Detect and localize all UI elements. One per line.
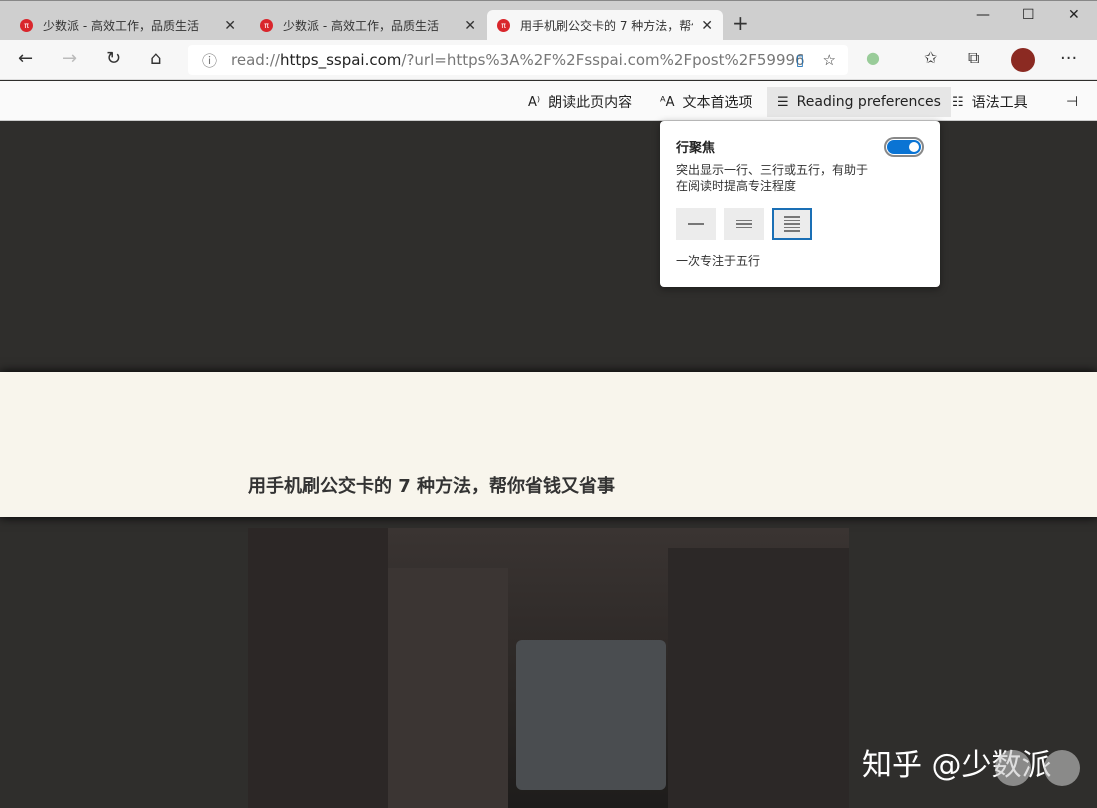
tab-3-active[interactable]: π 用手机刷公交卡的 7 种方法，帮你省钱又省事 ✕ [487, 10, 723, 41]
more-icon[interactable]: ··· [1060, 48, 1077, 69]
close-tab-icon[interactable]: ✕ [464, 18, 476, 34]
url-path: /?url=https%3A%2F%2Fsspai.com%2Fpost%2F5… [401, 51, 805, 69]
close-button[interactable] [1044, 750, 1080, 786]
sspai-favicon-icon: π [20, 19, 33, 32]
selected-option-label: 一次专注于五行 [676, 254, 761, 268]
favorites-icon[interactable]: ✩ [924, 48, 937, 67]
reading-preferences-button[interactable]: ☰ Reading preferences [767, 87, 951, 117]
collections-icon[interactable]: ⧉ [968, 48, 979, 68]
info-icon[interactable]: ⓘ [202, 50, 217, 71]
lines-icon: ☰ [777, 94, 789, 110]
url-scheme: read:// [231, 51, 280, 69]
popup-description: 突出显示一行、三行或五行，有助于在阅读时提高专注程度 [676, 163, 869, 193]
close-window-icon[interactable]: ✕ [1068, 7, 1080, 23]
refresh-icon[interactable]: ↻ [106, 48, 121, 69]
label: 朗读此页内容 [548, 95, 633, 111]
label: Reading preferences [796, 94, 941, 110]
reader-toolbar: A⁾ 朗读此页内容 ᴬA 文本首选项 ☰ Reading preferences ☷ 语… [0, 81, 1097, 121]
read-aloud-icon: A⁾ [528, 94, 541, 110]
tab-1[interactable]: π 少数派 - 高效工作，品质生活 ✕ [10, 10, 246, 41]
tab-title: 少数派 - 高效工作，品质生活 [283, 19, 439, 33]
tab-title: 少数派 - 高效工作，品质生活 [43, 19, 199, 33]
back-icon[interactable]: ← [18, 48, 33, 69]
close-tab-icon[interactable]: ✕ [224, 18, 236, 34]
forward-icon[interactable]: → [62, 48, 77, 69]
tab-title: 用手机刷公交卡的 7 种方法，帮你省钱又省事 [520, 19, 693, 33]
extension-icon[interactable]: ● [866, 48, 880, 67]
read-aloud-button[interactable]: A⁾ 朗读此页内容 [518, 87, 642, 117]
tab-bar: π 少数派 - 高效工作，品质生活 ✕ π 少数派 - 高效工作，品质生活 ✕ π 用手机… [0, 0, 1097, 41]
grammar-icon: ☷ [952, 94, 964, 110]
text-size-icon: ᴬA [660, 94, 675, 110]
tab-2[interactable]: π 少数派 - 高效工作，品质生活 ✕ [250, 10, 486, 41]
home-icon[interactable]: ⌂ [150, 48, 161, 69]
line-focus-band: 用手机刷公交卡的 7 种方法，帮你省钱又省事 [0, 372, 1097, 517]
sspai-favicon-icon: π [497, 19, 510, 32]
maximize-icon[interactable]: ☐ [1022, 7, 1035, 23]
one-line-option[interactable] [676, 208, 716, 240]
sspai-favicon-icon: π [260, 19, 273, 32]
pin-icon[interactable]: ⊣ [1056, 87, 1088, 117]
url-host: https_sspai.com [279, 51, 402, 69]
label: 语法工具 [971, 95, 1028, 111]
minimize-icon[interactable]: — [976, 7, 990, 23]
address-bar-row: ← → ↻ ⌂ ⓘ read://https_sspai.com/?url=htt… [0, 40, 1097, 80]
scroll-up-button[interactable] [995, 750, 1031, 786]
grammar-tools-button[interactable]: ☷ 语法工具 [942, 87, 1038, 117]
immersive-reader-icon[interactable]: ▯ [796, 51, 804, 69]
line-focus-popup: 行聚焦 突出显示一行、三行或五行，有助于在阅读时提高专注程度 一次专注于五行 [660, 121, 940, 287]
three-lines-option[interactable] [724, 208, 764, 240]
avatar[interactable] [1011, 48, 1035, 72]
article-title: 用手机刷公交卡的 7 种方法，帮你省钱又省事 [248, 476, 616, 497]
line-focus-toggle[interactable] [884, 137, 924, 157]
new-tab-icon[interactable]: + [732, 11, 749, 35]
five-lines-option[interactable] [772, 208, 812, 240]
article-image [248, 528, 849, 808]
url-input[interactable]: ⓘ read://https_sspai.com/?url=https%3A%2F… [188, 45, 848, 75]
favorite-star-icon[interactable]: ☆ [823, 51, 836, 69]
text-preferences-button[interactable]: ᴬA 文本首选项 [650, 87, 763, 117]
label: 文本首选项 [682, 95, 753, 111]
close-tab-icon[interactable]: ✕ [701, 18, 713, 34]
